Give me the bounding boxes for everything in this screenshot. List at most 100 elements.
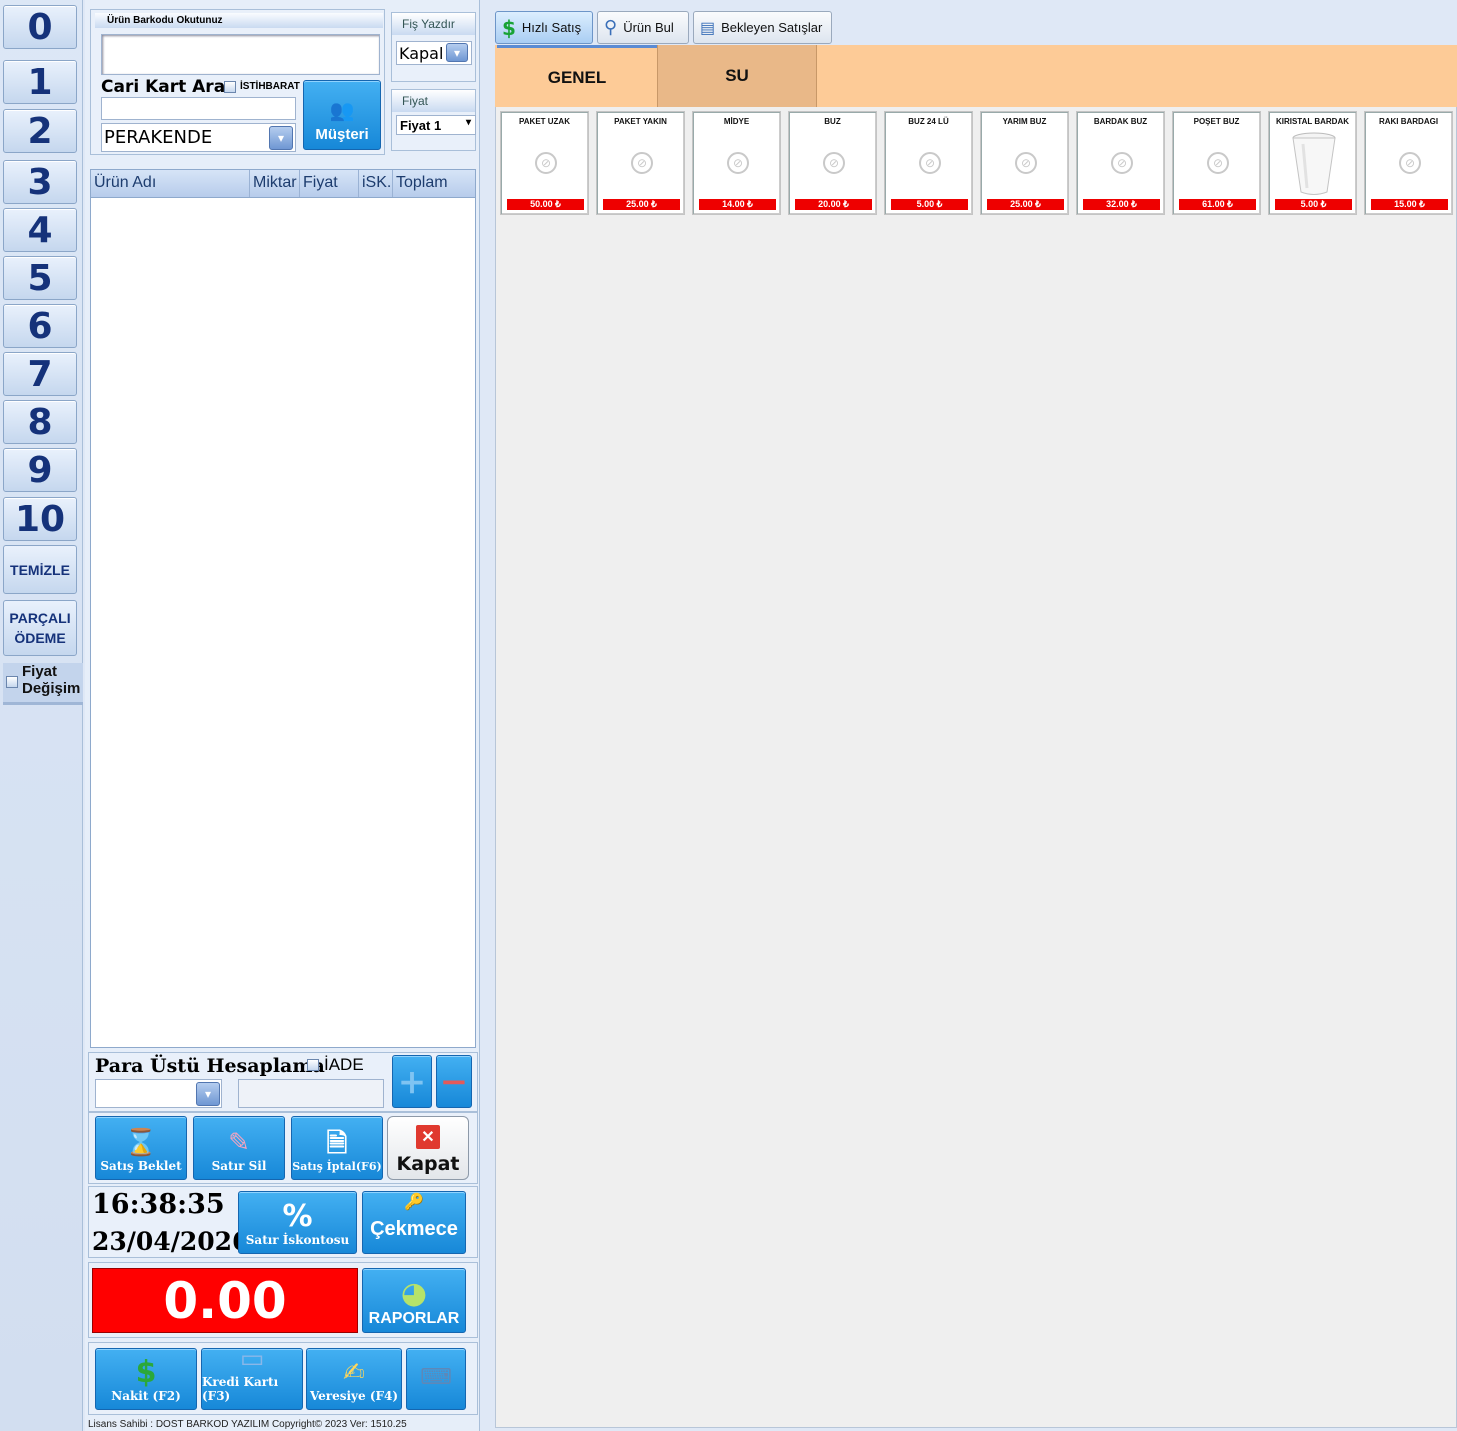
price-change-toggle[interactable]: Fiyat Değişim xyxy=(3,663,83,705)
dollar-icon: $ xyxy=(502,15,516,40)
numpad-key-0[interactable]: 0 xyxy=(3,5,77,49)
product-name: YARIM BUZ xyxy=(1002,117,1047,126)
change-calc-label: Para Üstü Hesaplama xyxy=(95,1055,325,1077)
product-tile[interactable]: POŞET BUZ ⊘ 61.00 ₺ xyxy=(1172,111,1261,215)
customers-icon: 👥 xyxy=(329,98,355,122)
clear-button[interactable]: TEMİZLE xyxy=(3,545,77,594)
row-discount-button[interactable]: % Satır İskontosu xyxy=(238,1191,357,1254)
product-tile[interactable]: BUZ 24 LÜ ⊘ 5.00 ₺ xyxy=(884,111,973,215)
cancel-sale-button[interactable]: 🗎 Satış İptal(F6) xyxy=(291,1116,383,1180)
product-price: 61.00 ₺ xyxy=(1179,199,1256,210)
price-select[interactable]: Fiyat 1 ▾ xyxy=(396,115,476,135)
hold-sale-label: Satış Beklet xyxy=(100,1159,182,1173)
product-tile[interactable]: PAKET YAKIN ⊘ 25.00 ₺ xyxy=(596,111,685,215)
minus-button[interactable]: − xyxy=(436,1055,472,1108)
credit-card-icon: ▭ xyxy=(239,1344,265,1374)
product-tile[interactable]: BARDAK BUZ ⊘ 32.00 ₺ xyxy=(1076,111,1165,215)
category-tab-su[interactable]: SU xyxy=(657,45,817,107)
product-tile[interactable]: KIRISTAL BARDAK 5.00 ₺ xyxy=(1268,111,1357,215)
intel-checkbox[interactable] xyxy=(224,81,236,93)
col-price[interactable]: Fiyat xyxy=(300,170,359,197)
category-tabs: GENEL SU xyxy=(495,45,1457,107)
barcode-input[interactable] xyxy=(101,34,380,75)
numpad-key-6[interactable]: 6 xyxy=(3,304,77,348)
credit-card-button[interactable]: ▭ Kredi Kartı (F3) xyxy=(201,1344,303,1410)
col-product-name[interactable]: Ürün Adı xyxy=(91,170,250,197)
find-product-label: Ürün Bul xyxy=(623,20,674,35)
partial-payment-label-1: PARÇALI xyxy=(9,610,71,626)
numpad-key-10[interactable]: 10 xyxy=(3,497,77,541)
refund-label: İADE xyxy=(324,1055,364,1074)
chevron-down-icon[interactable]: ▾ xyxy=(196,1082,220,1106)
customer-search-label: Cari Kart Ara xyxy=(101,77,226,97)
cash-button[interactable]: $ Nakit (F2) xyxy=(95,1348,197,1410)
cash-label: Nakit (F2) xyxy=(111,1389,181,1403)
receipt-panel: Fiş Yazdır Kapal ▾ xyxy=(391,12,476,82)
partial-payment-button[interactable]: PARÇALI ÖDEME xyxy=(3,600,77,656)
customer-type-select[interactable]: PERAKENDE xyxy=(101,123,296,152)
plus-button[interactable]: + xyxy=(392,1055,432,1108)
chevron-down-icon[interactable]: ▾ xyxy=(466,117,471,128)
numpad-key-4[interactable]: 4 xyxy=(3,208,77,252)
col-total[interactable]: Toplam xyxy=(393,170,475,197)
numpad-key-8[interactable]: 8 xyxy=(3,400,77,444)
plus-icon: + xyxy=(397,1061,427,1102)
price-panel: Fiyat Fiyat 1 ▾ xyxy=(391,89,476,151)
on-credit-button[interactable]: ✍ Veresiye (F4) xyxy=(306,1348,402,1410)
reports-button[interactable]: ◕ RAPORLAR xyxy=(362,1268,466,1333)
products-content xyxy=(495,45,1457,1428)
product-price: 25.00 ₺ xyxy=(603,199,680,210)
product-tile[interactable]: YARIM BUZ ⊘ 25.00 ₺ xyxy=(980,111,1069,215)
price-change-checkbox[interactable] xyxy=(6,676,18,688)
no-image-icon: ⊘ xyxy=(535,152,557,174)
pending-sales-label: Bekleyen Satışlar xyxy=(721,20,823,35)
chevron-down-icon[interactable]: ▾ xyxy=(446,43,468,62)
chevron-down-icon[interactable]: ▾ xyxy=(269,126,293,150)
numpad-key-1[interactable]: 1 xyxy=(3,60,77,104)
numpad-key-7[interactable]: 7 xyxy=(3,352,77,396)
product-tile[interactable]: PAKET UZAK ⊘ 50.00 ₺ xyxy=(500,111,589,215)
no-image-icon: ⊘ xyxy=(1111,152,1133,174)
col-quantity[interactable]: Miktar xyxy=(250,170,300,197)
intel-label: İSTİHBARAT xyxy=(240,81,300,92)
notepad-icon: ✍ xyxy=(343,1358,365,1388)
product-name: MİDYE xyxy=(723,117,750,126)
minus-icon: − xyxy=(439,1061,469,1102)
numpad-key-3[interactable]: 3 xyxy=(3,160,77,204)
credit-card-label: Kredi Kartı (F3) xyxy=(202,1375,279,1403)
hold-sale-button[interactable]: ⌛ Satış Beklet xyxy=(95,1116,187,1180)
pending-sales-tab[interactable]: ▤ Bekleyen Satışlar xyxy=(693,11,832,44)
product-name: PAKET YAKIN xyxy=(614,117,667,126)
refund-checkbox[interactable] xyxy=(307,1059,319,1071)
plastic-cup-icon xyxy=(1292,132,1336,195)
pie-chart-icon: ◕ xyxy=(400,1276,428,1311)
find-product-tab[interactable]: ⚲ Ürün Bul xyxy=(597,11,689,44)
cancel-document-icon: 🗎 xyxy=(326,1129,348,1159)
no-image-icon: ⊘ xyxy=(1015,152,1037,174)
close-button[interactable]: ✕ Kapat xyxy=(387,1116,469,1180)
numpad-key-9[interactable]: 9 xyxy=(3,448,77,492)
no-image-icon: ⊘ xyxy=(1207,152,1229,174)
product-tile[interactable]: MİDYE ⊘ 14.00 ₺ xyxy=(692,111,781,215)
sale-items-grid[interactable]: Ürün Adı Miktar Fiyat iSK. Toplam xyxy=(90,169,476,1048)
receipt-label: Fiş Yazdır xyxy=(392,13,475,35)
quick-sale-tab[interactable]: $ Hızlı Satış xyxy=(495,11,593,44)
percent-icon: % xyxy=(282,1199,313,1234)
product-tile[interactable]: RAKI BARDAGI ⊘ 15.00 ₺ xyxy=(1364,111,1453,215)
delete-row-button[interactable]: ✎ Satır Sil xyxy=(193,1116,285,1180)
no-image-icon: ⊘ xyxy=(631,152,653,174)
numpad-key-2[interactable]: 2 xyxy=(3,109,77,153)
category-tab-genel[interactable]: GENEL xyxy=(497,45,657,107)
col-discount[interactable]: iSK. xyxy=(359,170,393,197)
product-price: 25.00 ₺ xyxy=(987,199,1064,210)
numpad-key-5[interactable]: 5 xyxy=(3,256,77,300)
drawer-button[interactable]: 🔑 Çekmece xyxy=(362,1191,466,1254)
keyboard-button[interactable]: ⌨ xyxy=(406,1348,466,1410)
customer-button[interactable]: 👥 Müşteri xyxy=(303,80,381,150)
price-value: Fiyat 1 xyxy=(400,118,442,133)
customer-type-value: PERAKENDE xyxy=(104,127,213,148)
price-change-label-2: Değişim xyxy=(22,680,81,697)
customer-search-input[interactable] xyxy=(101,97,296,120)
row-discount-label: Satır İskontosu xyxy=(245,1233,350,1247)
product-tile[interactable]: BUZ ⊘ 20.00 ₺ xyxy=(788,111,877,215)
